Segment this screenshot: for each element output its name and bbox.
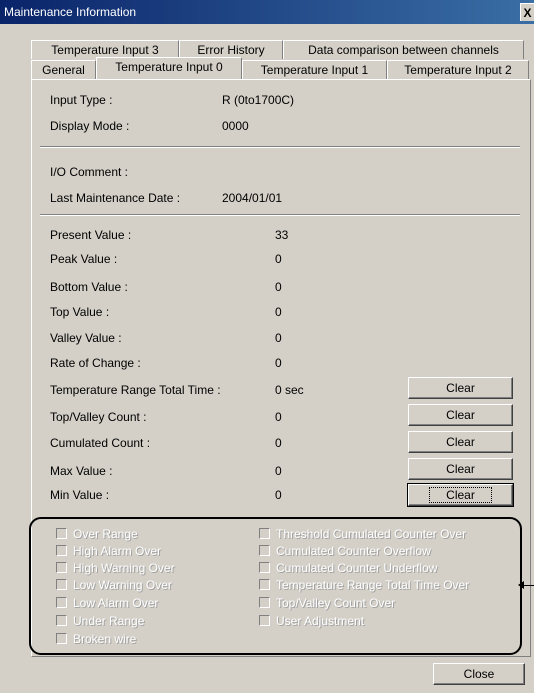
io-comment-label: I/O Comment :	[50, 165, 129, 179]
tab-data-comparison[interactable]: Data comparison between channels	[283, 40, 524, 59]
top-valley-count-label: Top/Valley Count :	[50, 410, 147, 424]
input-type-value: R (0to1700C)	[222, 93, 295, 107]
clear-min-button[interactable]: Clear	[407, 483, 514, 507]
rate-of-change-label: Rate of Change :	[50, 356, 141, 370]
title-bar: Maintenance Information X	[0, 0, 534, 24]
peak-value-label: Peak Value :	[50, 252, 118, 266]
close-icon[interactable]: X	[520, 3, 534, 21]
clear-top-valley-button[interactable]: Clear	[408, 404, 513, 426]
clear-range-time-button[interactable]: Clear	[408, 377, 513, 399]
clear-min-label: Clear	[429, 487, 492, 503]
divider	[40, 146, 520, 148]
peak-value: 0	[275, 252, 282, 266]
cumulated-count-value: 0	[275, 436, 282, 450]
arrow-left-icon	[518, 581, 524, 589]
present-value: 33	[275, 228, 289, 242]
clear-cumulated-button[interactable]: Clear	[408, 431, 513, 453]
top-value-label: Top Value :	[50, 305, 110, 319]
rate-of-change-value: 0	[275, 356, 282, 370]
display-mode-label: Display Mode :	[50, 119, 130, 133]
window-title: Maintenance Information	[4, 5, 137, 19]
maintenance-window: Maintenance Information X Temperature In…	[0, 0, 534, 693]
last-maintenance-value: 2004/01/01	[222, 191, 283, 205]
top-value: 0	[275, 305, 282, 319]
divider	[40, 214, 520, 216]
input-type-label: Input Type :	[50, 93, 113, 107]
valley-value-label: Valley Value :	[50, 331, 122, 345]
min-value: 0	[275, 488, 282, 502]
tab-temperature-input-2[interactable]: Temperature Input 2	[387, 60, 529, 79]
clear-max-button[interactable]: Clear	[408, 458, 513, 480]
tab-general[interactable]: General	[31, 60, 96, 79]
range-total-time-label: Temperature Range Total Time :	[50, 383, 221, 397]
bottom-value-label: Bottom Value :	[50, 280, 128, 294]
top-valley-count-value: 0	[275, 410, 282, 424]
tab-temperature-input-0[interactable]: Temperature Input 0	[96, 57, 242, 79]
display-mode-value: 0000	[222, 119, 249, 133]
max-value: 0	[275, 464, 282, 478]
bottom-value: 0	[275, 280, 282, 294]
cumulated-count-label: Cumulated Count :	[50, 436, 151, 450]
min-value-label: Min Value :	[50, 488, 110, 502]
status-flags-highlight	[29, 517, 522, 655]
close-button[interactable]: Close	[433, 663, 525, 685]
max-value-label: Max Value :	[50, 464, 113, 478]
last-maintenance-label: Last Maintenance Date :	[50, 191, 181, 205]
tab-temperature-input-1[interactable]: Temperature Input 1	[242, 60, 387, 79]
present-value-label: Present Value :	[50, 228, 132, 242]
range-total-time-value: 0 sec	[275, 383, 304, 397]
valley-value: 0	[275, 331, 282, 345]
